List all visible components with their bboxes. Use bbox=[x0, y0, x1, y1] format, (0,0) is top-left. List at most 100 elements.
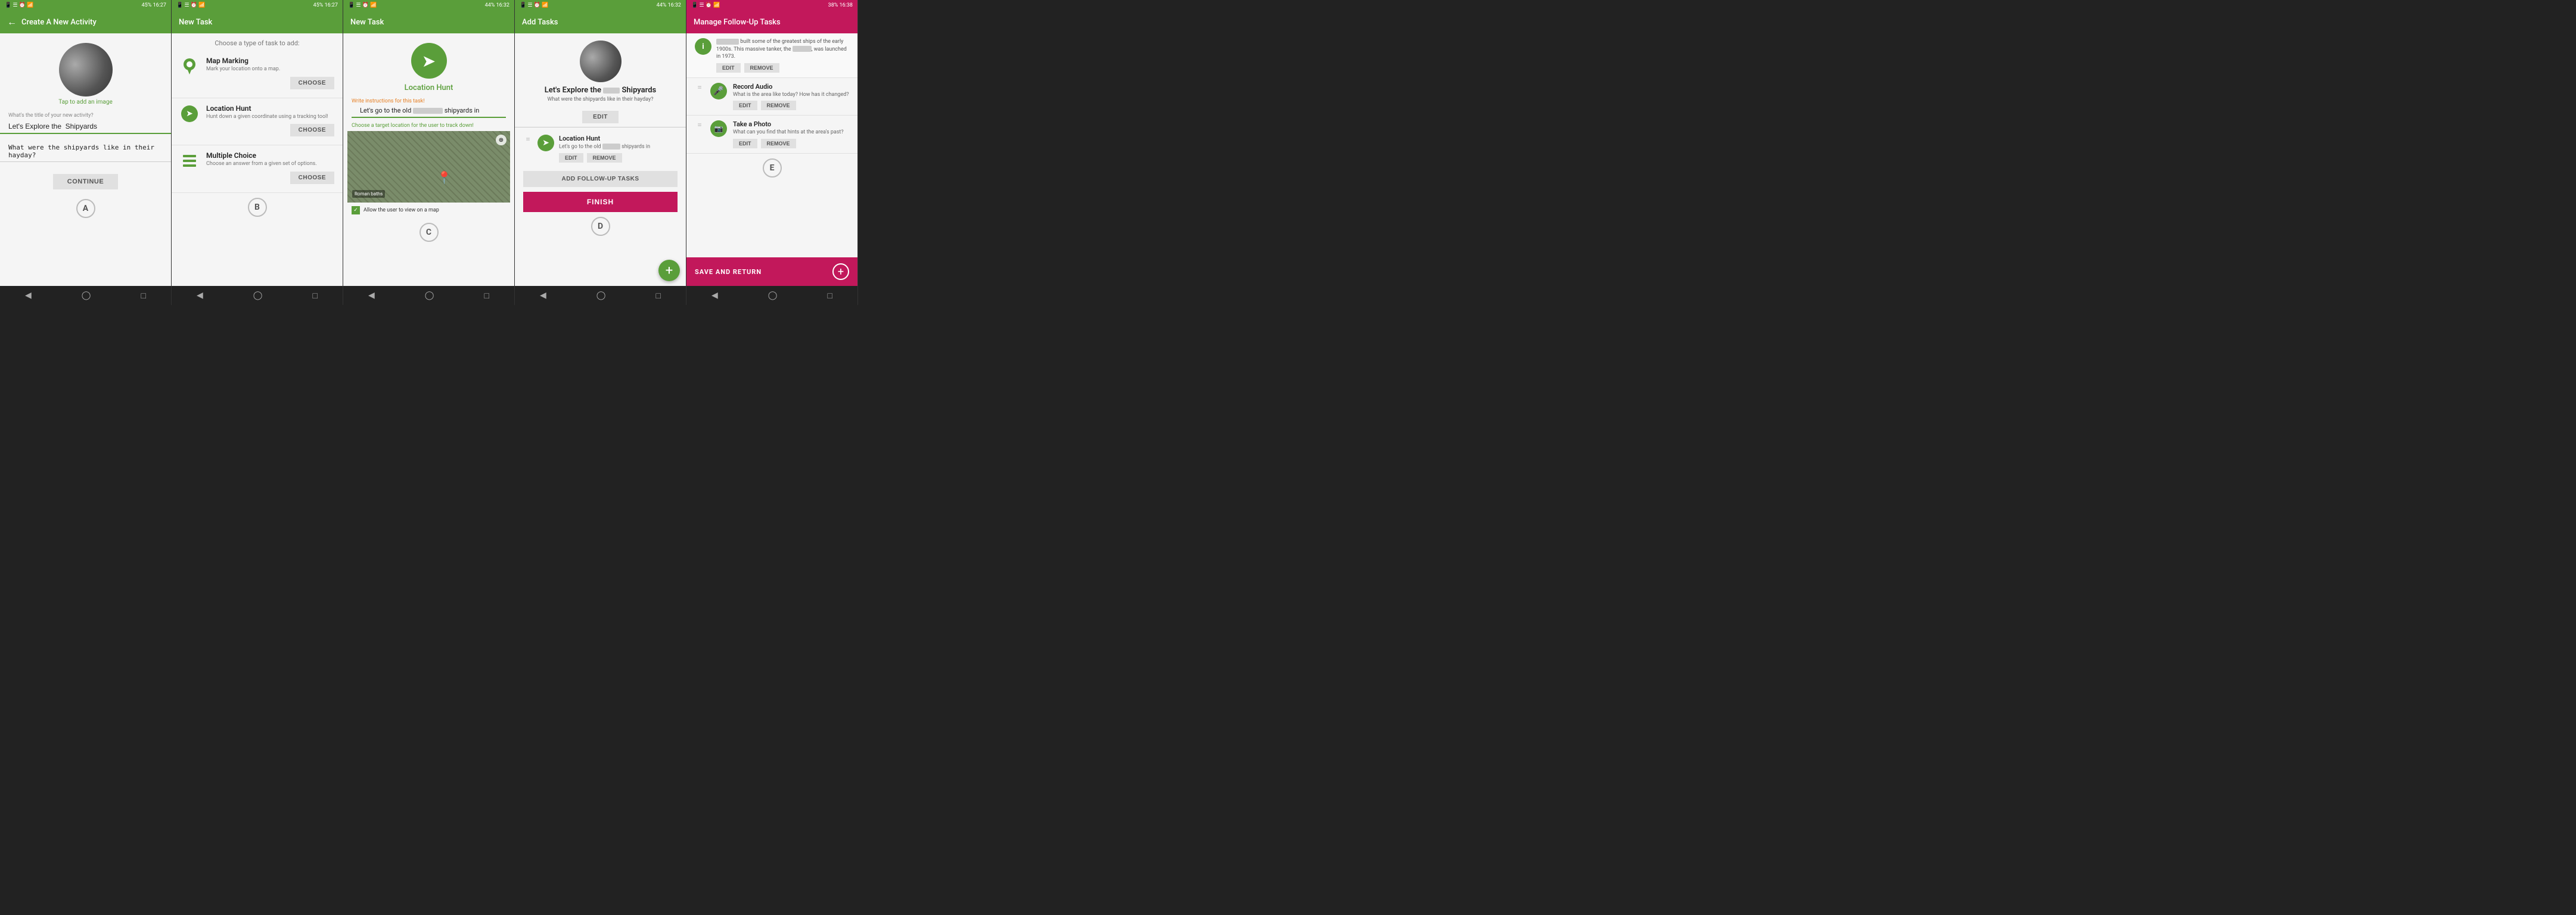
circle-label-e: E bbox=[763, 158, 782, 178]
nav-back-d[interactable]: ◀ bbox=[540, 291, 546, 300]
nav-back-e[interactable]: ◀ bbox=[711, 291, 718, 300]
nav-home-d[interactable]: ◯ bbox=[596, 291, 606, 300]
activity-image-a[interactable] bbox=[59, 43, 113, 97]
multiple-choice-icon bbox=[180, 151, 199, 170]
circle-label-a: A bbox=[76, 199, 95, 218]
finish-btn-d[interactable]: FINISH bbox=[523, 192, 678, 212]
info-edit-btn-e[interactable]: EDIT bbox=[716, 63, 741, 73]
nav-square-a[interactable]: □ bbox=[141, 291, 145, 301]
redacted-e1 bbox=[716, 39, 739, 45]
task-row-desc-d: Let's go to the old shipyards in bbox=[559, 144, 678, 151]
nav-home-c[interactable]: ◯ bbox=[425, 291, 434, 300]
audio-edit-btn-e[interactable]: EDIT bbox=[733, 101, 757, 110]
instruction-label-c: Write instructions for this task! bbox=[343, 95, 514, 105]
nav-home-a[interactable]: ◯ bbox=[82, 291, 91, 300]
circle-label-b: B bbox=[248, 198, 267, 217]
list-icon bbox=[183, 155, 196, 167]
nav-square-b[interactable]: □ bbox=[312, 291, 317, 301]
allow-view-checkbox[interactable]: ✓ bbox=[352, 206, 360, 214]
status-bar-d: 📱 ☰ ⏰ 📶 44% 16:32 bbox=[515, 0, 686, 11]
screen-a: 📱 ☰ ⏰ 📶 45% 16:27 ← Create A New Activit… bbox=[0, 0, 172, 305]
audio-remove-btn-e[interactable]: REMOVE bbox=[761, 101, 796, 110]
compass-icon-lg: ➤ bbox=[411, 43, 447, 79]
nav-square-c[interactable]: □ bbox=[484, 291, 489, 301]
audio-task-actions-e: EDIT REMOVE bbox=[733, 101, 849, 110]
top-bar-a: ← Create A New Activity bbox=[0, 11, 171, 33]
activity-desc-input[interactable]: What were the shipyards like in their ha… bbox=[0, 140, 171, 162]
top-bar-c: New Task bbox=[343, 11, 514, 33]
continue-button[interactable]: CONTINUE bbox=[53, 174, 118, 189]
allow-view-text: Allow the user to view on a map bbox=[363, 207, 439, 213]
save-return-fab-e[interactable]: + bbox=[832, 263, 849, 280]
compass-icon-b: ➤ bbox=[181, 105, 198, 122]
photo-task-title-e: Take a Photo bbox=[733, 120, 849, 128]
multiple-choice-text: Multiple Choice Choose an answer from a … bbox=[206, 151, 334, 186]
back-arrow-a[interactable]: ← bbox=[7, 16, 17, 28]
screen-c-title: New Task bbox=[350, 18, 384, 27]
nav-square-d[interactable]: □ bbox=[655, 291, 660, 301]
map-compass-c: ⊕ bbox=[496, 135, 507, 145]
status-left-c: 📱 ☰ ⏰ 📶 bbox=[348, 2, 377, 8]
status-bar-a: 📱 ☰ ⏰ 📶 45% 16:27 bbox=[0, 0, 171, 11]
allow-view-row: ✓ Allow the user to view on a map bbox=[343, 203, 514, 218]
status-bar-b: 📱 ☰ ⏰ 📶 45% 16:27 bbox=[172, 0, 343, 11]
activity-image-d bbox=[580, 41, 622, 82]
add-tasks-btn-d[interactable]: ADD FOLLOW-UP TASKS bbox=[523, 171, 678, 187]
info-text-e: built some of the greatest ships of the … bbox=[716, 38, 849, 73]
multiple-choice-choose-btn[interactable]: CHOOSE bbox=[290, 172, 334, 184]
top-bar-e: Manage Follow-Up Tasks bbox=[686, 11, 857, 33]
circle-label-d: D bbox=[591, 217, 610, 236]
task-section-title: Choose a type of task to add: bbox=[172, 33, 343, 51]
task-row-d: = ➤ Location Hunt Let's go to the old sh… bbox=[515, 131, 686, 166]
task-row-content-d: Location Hunt Let's go to the old shipya… bbox=[559, 135, 678, 163]
nav-home-e[interactable]: ◯ bbox=[768, 291, 778, 300]
status-left-d: 📱 ☰ ⏰ 📶 bbox=[520, 2, 548, 8]
status-bar-c: 📱 ☰ ⏰ 📶 44% 16:32 bbox=[343, 0, 514, 11]
map-pin-c: 📍 bbox=[437, 170, 452, 185]
drag-handle-d[interactable]: = bbox=[523, 135, 533, 144]
photo-remove-btn-e[interactable]: REMOVE bbox=[761, 139, 796, 148]
redacted-title-d bbox=[603, 88, 620, 94]
location-hunt-name: Location Hunt bbox=[206, 104, 334, 113]
top-bar-b: New Task bbox=[172, 11, 343, 33]
task-option-map-marking: Map Marking Mark your location onto a ma… bbox=[172, 51, 343, 98]
map-marking-desc: Mark your location onto a map. bbox=[206, 66, 334, 73]
drag-handle-audio-e[interactable]: = bbox=[695, 83, 704, 92]
status-left-e: 📱 ☰ ⏰ 📶 bbox=[691, 2, 720, 8]
screen-b: 📱 ☰ ⏰ 📶 45% 16:27 New Task Choose a type… bbox=[172, 0, 343, 305]
save-return-text-e: SAVE AND RETURN bbox=[695, 268, 762, 276]
tap-image-label: Tap to add an image bbox=[0, 99, 171, 105]
activity-edit-btn-d[interactable]: EDIT bbox=[582, 111, 619, 123]
multiple-choice-desc: Choose an answer from a given set of opt… bbox=[206, 161, 334, 168]
nav-square-e[interactable]: □ bbox=[827, 291, 832, 301]
screen-b-content: Choose a type of task to add: Map Markin… bbox=[172, 33, 343, 286]
status-right-d: 44% 16:32 bbox=[657, 2, 681, 8]
fab-btn-d[interactable]: + bbox=[658, 260, 680, 281]
task-option-multiple-choice: Multiple Choice Choose an answer from a … bbox=[172, 145, 343, 193]
audio-task-desc-e: What is the area like today? How has it … bbox=[733, 92, 849, 99]
status-right-c: 44% 16:32 bbox=[485, 2, 509, 8]
drag-handle-photo-e[interactable]: = bbox=[695, 120, 704, 130]
image-placeholder-a bbox=[59, 43, 113, 97]
nav-back-a[interactable]: ◀ bbox=[25, 291, 32, 300]
location-hunt-title-c: Location Hunt bbox=[343, 83, 514, 92]
map-marking-choose-btn[interactable]: CHOOSE bbox=[290, 77, 334, 89]
info-actions-e: EDIT REMOVE bbox=[716, 63, 849, 73]
screen-b-title: New Task bbox=[179, 18, 212, 27]
photo-task-desc-e: What can you find that hints at the area… bbox=[733, 129, 849, 136]
task-edit-btn-d[interactable]: EDIT bbox=[559, 153, 583, 163]
nav-back-c[interactable]: ◀ bbox=[368, 291, 375, 300]
screen-c-content: ➤ Location Hunt Write instructions for t… bbox=[343, 33, 514, 286]
map-marking-icon bbox=[180, 57, 199, 76]
field1-label-a: What's the title of your new activity? bbox=[0, 113, 171, 119]
redacted-e2 bbox=[793, 46, 812, 52]
task-remove-btn-d[interactable]: REMOVE bbox=[587, 153, 622, 163]
info-remove-btn-e[interactable]: REMOVE bbox=[744, 63, 779, 73]
photo-edit-btn-e[interactable]: EDIT bbox=[733, 139, 757, 148]
activity-title-input[interactable] bbox=[0, 121, 171, 134]
location-hunt-choose-btn[interactable]: CHOOSE bbox=[290, 124, 334, 136]
nav-back-b[interactable]: ◀ bbox=[197, 291, 203, 300]
map-area-c[interactable]: 📍 Roman baths ⊕ bbox=[347, 131, 510, 203]
map-marking-text: Map Marking Mark your location onto a ma… bbox=[206, 57, 334, 92]
nav-home-b[interactable]: ◯ bbox=[253, 291, 263, 300]
